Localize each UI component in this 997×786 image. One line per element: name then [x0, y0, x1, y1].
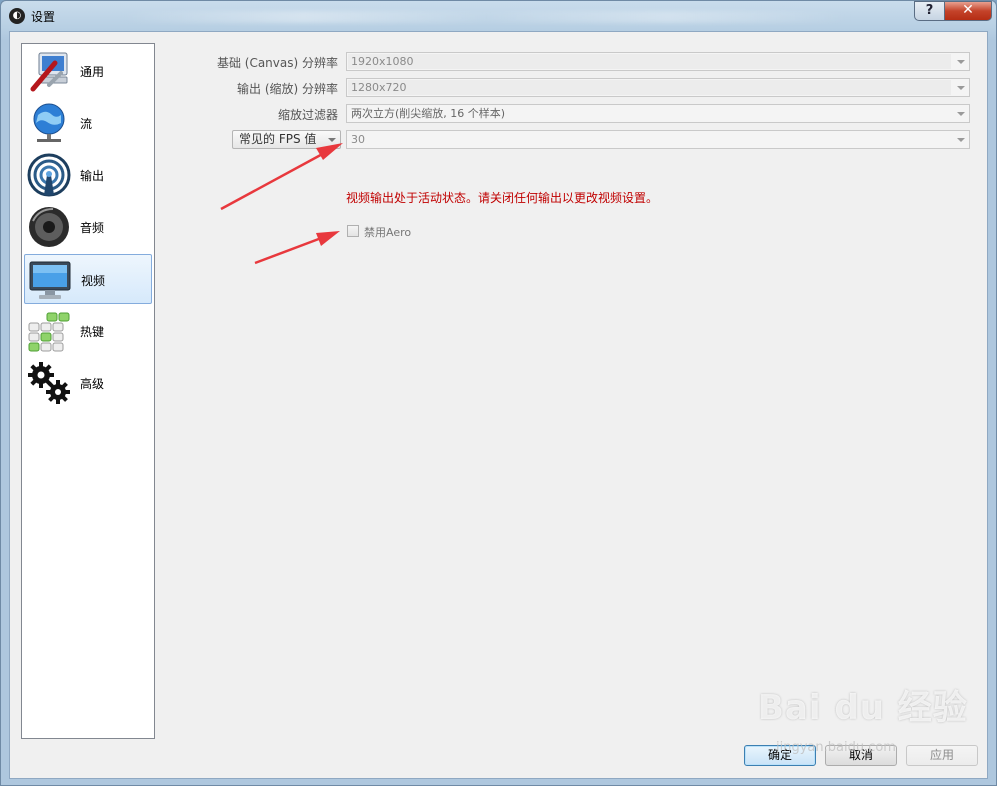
sidebar-item-video[interactable]: 视频 [24, 254, 152, 304]
hotkeys-keyboard-icon [28, 312, 70, 352]
chevron-down-icon [957, 138, 965, 142]
output-resolution-value: 1280x720 [351, 81, 407, 94]
sidebar-item-stream[interactable]: 流 [24, 98, 152, 148]
output-broadcast-icon [27, 153, 71, 197]
chevron-down-icon [328, 138, 336, 142]
advanced-gears-icon [28, 362, 70, 404]
base-resolution-combobox[interactable]: 1920x1080 [346, 52, 970, 71]
settings-window: ◐ 设置 ? ✕ 通用 流 输出 音频 视频 热键 高级 基础 (Canvas)… [0, 0, 997, 786]
help-button[interactable]: ? [914, 1, 945, 21]
settings-sidebar: 通用 流 输出 音频 视频 热键 高级 [21, 43, 155, 739]
baidu-watermark-url: jingyan.baidu.com [776, 740, 896, 755]
sidebar-item-advanced[interactable]: 高级 [24, 358, 152, 408]
chevron-down-icon [957, 60, 965, 64]
annotation-arrow [254, 231, 340, 265]
downscale-filter-select[interactable]: 两次立方(削尖缩放, 16 个样本) [346, 104, 970, 123]
close-button[interactable]: ✕ [944, 1, 992, 21]
chevron-down-icon [957, 86, 965, 90]
audio-speaker-icon [29, 207, 69, 247]
title-bar-blur [121, 11, 851, 23]
fps-value-select[interactable]: 30 [346, 130, 970, 149]
base-resolution-label: 基础 (Canvas) 分辨率 [216, 56, 338, 70]
apply-button[interactable]: 应用 [906, 745, 978, 766]
downscale-filter-label: 缩放过滤器 [277, 108, 338, 122]
sidebar-item-label: 输出 [80, 169, 105, 183]
disable-aero-checkbox[interactable] [347, 225, 359, 237]
video-active-warning: 视频输出处于活动状态。请关闭任何输出以更改视频设置。 [346, 191, 659, 205]
output-resolution-combobox[interactable]: 1280x720 [346, 78, 970, 97]
sidebar-item-label: 视频 [81, 274, 106, 288]
annotation-arrow [220, 143, 343, 211]
output-resolution-label: 输出 (缩放) 分辨率 [237, 82, 338, 96]
sidebar-item-hotkeys[interactable]: 热键 [24, 306, 152, 356]
sidebar-item-label: 热键 [80, 325, 105, 339]
title-bar[interactable]: ◐ 设置 ? ✕ [1, 1, 996, 31]
base-resolution-value: 1920x1080 [351, 55, 414, 68]
sidebar-item-label: 通用 [80, 65, 105, 79]
fps-type-value: 常见的 FPS 值 [239, 132, 317, 146]
baidu-watermark: Bai du 经验 [758, 688, 968, 728]
stream-globe-icon [33, 103, 65, 142]
disable-aero-label: 禁用Aero [364, 226, 412, 239]
fps-value: 30 [351, 133, 365, 146]
sidebar-item-label: 高级 [80, 377, 105, 391]
chevron-down-icon [957, 112, 965, 116]
sidebar-item-audio[interactable]: 音频 [24, 202, 152, 252]
downscale-filter-value: 两次立方(削尖缩放, 16 个样本) [351, 107, 506, 120]
video-monitor-icon [29, 261, 71, 299]
general-settings-icon [30, 52, 68, 92]
settings-content: 通用 流 输出 音频 视频 热键 高级 基础 (Canvas) 分辨率 1920… [9, 31, 988, 779]
sidebar-item-output[interactable]: 输出 [24, 150, 152, 200]
obs-logo-icon: ◐ [9, 8, 25, 24]
window-title: 设置 [31, 10, 56, 24]
sidebar-item-general[interactable]: 通用 [24, 46, 152, 96]
sidebar-item-label: 音频 [80, 221, 105, 235]
sidebar-item-label: 流 [80, 117, 93, 131]
fps-type-select[interactable]: 常见的 FPS 值 [232, 130, 341, 149]
